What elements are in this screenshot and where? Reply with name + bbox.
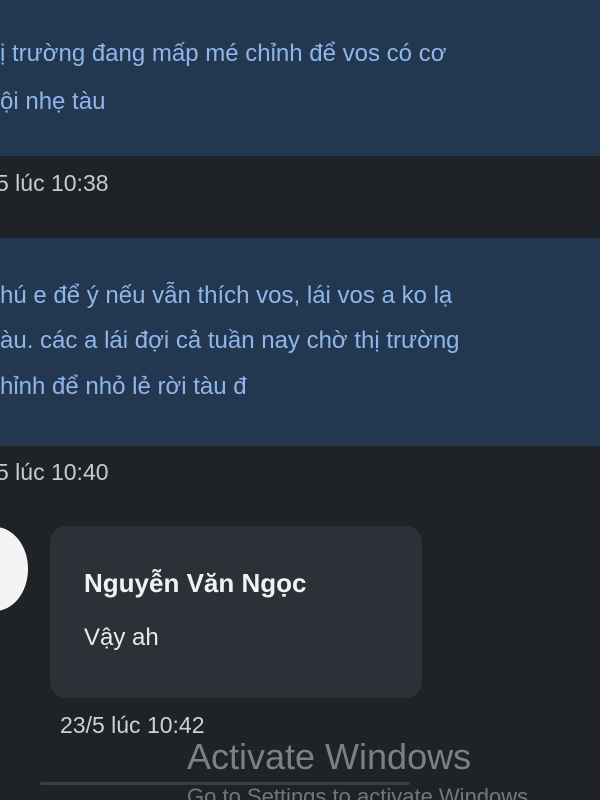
message-timestamp: 5 lúc 10:40 — [0, 459, 109, 485]
chat-thread: ị trường đang mấp mé chỉnh để vos có cơ … — [0, 0, 600, 800]
message-line: àu. các a lái đợi cả tuần nay chờ thị tr… — [0, 327, 460, 354]
outgoing-message-bubble[interactable]: hú e để ý nếu vẫn thích vos, lái vos a k… — [0, 238, 600, 446]
message-line: ội nhẹ tàu — [0, 88, 106, 115]
activate-windows-subtitle: Go to Settings to activate Windows. — [187, 784, 535, 800]
message-timestamp: 5 lúc 10:38 — [0, 170, 109, 196]
message-timestamp: 23/5 lúc 10:42 — [60, 712, 205, 738]
incoming-message-bubble[interactable]: Nguyễn Văn Ngọc Vậy ah — [50, 526, 422, 698]
message-line: hú e để ý nếu vẫn thích vos, lái vos a k… — [0, 282, 453, 309]
message-line: hỉnh để nhỏ lẻ rời tàu đ — [0, 373, 247, 400]
message-text: Vậy ah — [84, 624, 159, 651]
message-line: ị trường đang mấp mé chỉnh để vos có cơ — [0, 40, 447, 67]
outgoing-message-bubble[interactable]: ị trường đang mấp mé chỉnh để vos có cơ … — [0, 0, 600, 156]
avatar[interactable] — [0, 527, 28, 611]
activate-windows-watermark: Activate Windows — [187, 736, 472, 777]
sender-name[interactable]: Nguyễn Văn Ngọc — [84, 568, 306, 599]
